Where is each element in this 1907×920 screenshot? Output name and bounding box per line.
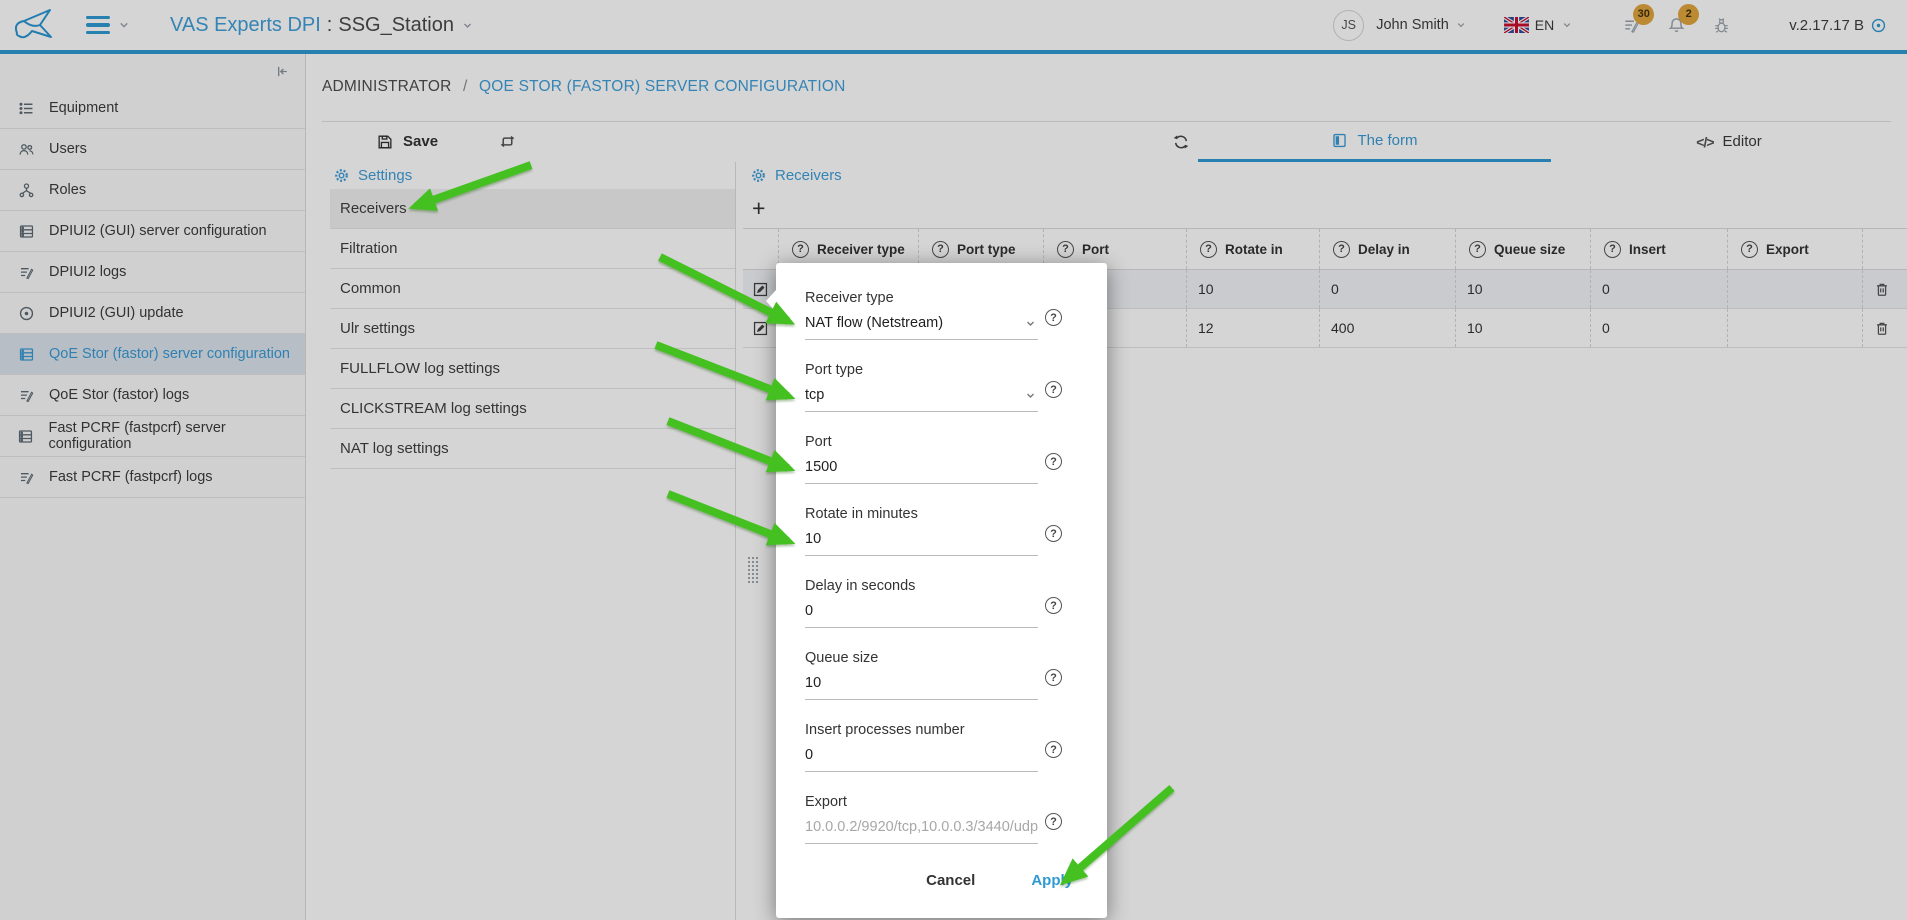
apply-button[interactable]: Apply <box>1025 871 1079 890</box>
port-type-select[interactable]: tcp <box>805 387 1038 412</box>
field-insert-processes: Insert processes number ? <box>776 712 1107 784</box>
insert-processes-input[interactable] <box>805 747 1038 763</box>
rotate-minutes-input[interactable] <box>805 531 1038 547</box>
help-icon[interactable]: ? <box>1045 381 1062 398</box>
export-input[interactable] <box>805 819 1038 835</box>
receiver-type-select[interactable]: NAT flow (Netstream) <box>805 315 1038 340</box>
help-icon[interactable]: ? <box>1045 813 1062 830</box>
port-input[interactable] <box>805 459 1038 475</box>
field-export: Export ? <box>776 784 1107 856</box>
help-icon[interactable]: ? <box>1045 669 1062 686</box>
chevron-down-icon <box>1023 316 1038 331</box>
chevron-down-icon <box>1023 388 1038 403</box>
receiver-edit-popover: Receiver type NAT flow (Netstream) ? Por… <box>776 263 1107 918</box>
cancel-button[interactable]: Cancel <box>920 871 981 890</box>
field-port-type: Port type tcp ? <box>776 352 1107 424</box>
help-icon[interactable]: ? <box>1045 597 1062 614</box>
queue-size-input[interactable] <box>805 675 1038 691</box>
field-port: Port ? <box>776 424 1107 496</box>
help-icon[interactable]: ? <box>1045 309 1062 326</box>
field-delay-seconds: Delay in seconds ? <box>776 568 1107 640</box>
field-receiver-type: Receiver type NAT flow (Netstream) ? <box>776 280 1107 352</box>
help-icon[interactable]: ? <box>1045 453 1062 470</box>
help-icon[interactable]: ? <box>1045 741 1062 758</box>
field-queue-size: Queue size ? <box>776 640 1107 712</box>
field-rotate-minutes: Rotate in minutes ? <box>776 496 1107 568</box>
help-icon[interactable]: ? <box>1045 525 1062 542</box>
delay-seconds-input[interactable] <box>805 603 1038 619</box>
